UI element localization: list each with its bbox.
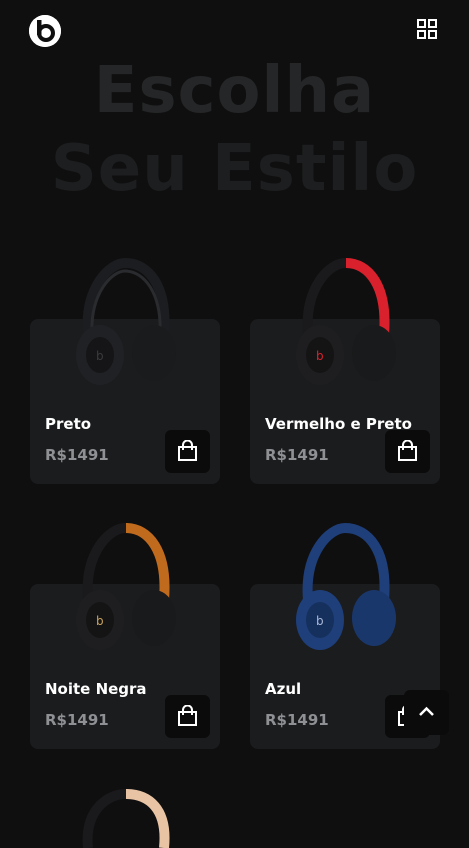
svg-text:b: b xyxy=(316,349,324,363)
add-to-cart-button[interactable] xyxy=(165,695,210,738)
product-price: R$1491 xyxy=(265,446,329,464)
product-card-noite-negra[interactable]: b Noite Negra R$1491 xyxy=(30,522,220,749)
headphones-red-black-image: b xyxy=(296,257,396,385)
headphones-blue-image: b xyxy=(296,522,396,650)
shopping-bag-icon xyxy=(178,705,197,726)
hero-title: Escolha Seu Estilo xyxy=(0,52,469,208)
product-name: Preto xyxy=(45,415,92,433)
headphones-black-image: b xyxy=(76,257,176,385)
product-price: R$1491 xyxy=(45,446,109,464)
hero-title-line-2: Seu Estilo xyxy=(50,132,419,206)
add-to-cart-button[interactable] xyxy=(165,430,210,473)
grid-icon[interactable] xyxy=(416,18,438,40)
svg-text:b: b xyxy=(316,614,324,628)
product-name: Noite Negra xyxy=(45,680,147,698)
product-name: Azul xyxy=(265,680,302,698)
product-card-vermelho-e-preto[interactable]: b Vermelho e Preto R$1491 xyxy=(250,257,440,484)
chevron-up-icon xyxy=(419,706,434,716)
add-to-cart-button[interactable] xyxy=(385,430,430,473)
headphones-midnight-black-image: b xyxy=(76,522,176,650)
beats-logo-icon[interactable] xyxy=(29,15,61,47)
headphones-next-image xyxy=(82,788,170,848)
product-card-preto[interactable]: b Preto R$1491 xyxy=(30,257,220,484)
product-price: R$1491 xyxy=(265,711,329,729)
svg-text:b: b xyxy=(96,349,104,363)
back-to-top-button[interactable] xyxy=(404,690,449,735)
hero-title-line-1: Escolha xyxy=(93,54,376,128)
shopping-bag-icon xyxy=(178,440,197,461)
product-price: R$1491 xyxy=(45,711,109,729)
svg-text:b: b xyxy=(96,614,104,628)
shopping-bag-icon xyxy=(398,440,417,461)
